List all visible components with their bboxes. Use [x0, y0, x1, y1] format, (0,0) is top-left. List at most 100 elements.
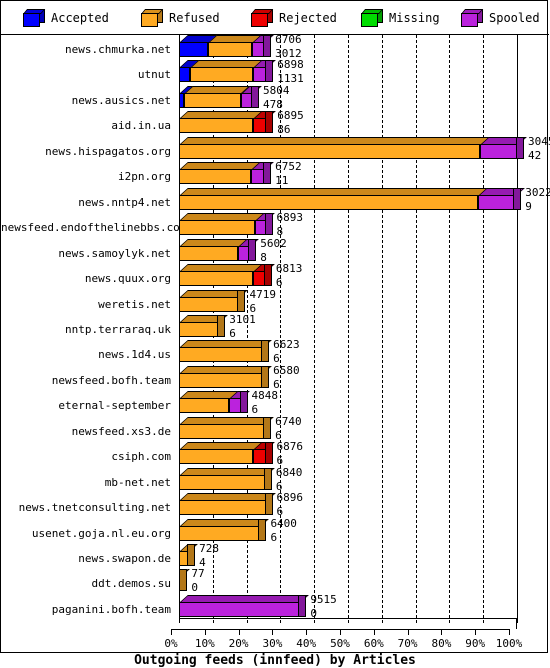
bar-segment-refused: [208, 42, 252, 57]
bar-side-face: [513, 187, 522, 210]
y-axis-label: mb-net.net: [104, 475, 171, 489]
bar-segment-refused: [179, 169, 252, 185]
y-axis-label: newsfeed.bofh.team: [51, 373, 171, 387]
cube-icon: [461, 9, 484, 27]
bar-value-bottom: 6: [275, 276, 283, 290]
bar-mb-net.net: [179, 467, 275, 490]
bar-news.swapon.de: [179, 544, 199, 566]
bar-segment-refused: [179, 296, 239, 312]
bar-side-face: [516, 136, 524, 159]
bar-value-top: 728: [199, 542, 219, 555]
bar-segment-refused: [179, 271, 253, 287]
x-axis-back-line: [179, 618, 518, 620]
y-axis-label: newsfeed.xs3.de: [71, 424, 171, 438]
legend-item-accepted: Accepted: [23, 6, 109, 30]
bar-news.ausics.net: [179, 85, 262, 108]
y-axis-label: news.1d4.us: [98, 348, 171, 362]
cube-icon: [23, 9, 46, 27]
bar-segment-refused: [179, 398, 230, 414]
bar-value-bottom: 42: [528, 148, 542, 162]
bar-value-top: 6840: [275, 465, 303, 479]
bar-segment-refused: [179, 143, 480, 159]
bar-segment-refused: [184, 92, 241, 108]
x-axis-tick: [407, 630, 409, 636]
bar-nntp.terraraq.uk: [179, 314, 229, 337]
bar-value-top: 6893: [276, 211, 304, 225]
x-gridline: [517, 35, 518, 624]
y-axis-label: news.hispagatos.org: [45, 144, 171, 158]
bar-newsfeed.bofh.team: [179, 365, 273, 388]
bar-value-top: 6898: [277, 58, 304, 72]
bar-value-bottom: 86: [277, 123, 291, 137]
bar-i2pn.org: [179, 162, 275, 185]
y-axis-label: news.samoylyk.net: [58, 246, 171, 260]
bar-value-top: 6400: [270, 516, 297, 530]
x-gridline: [381, 35, 383, 624]
x-axis-tick: [204, 630, 206, 636]
bar-value-bottom: 8: [260, 250, 267, 264]
y-axis-label: eternal-september: [58, 399, 171, 413]
bar-side-face: [264, 442, 273, 465]
bar-segment-refused: [179, 220, 256, 236]
bar-segment-refused: [179, 321, 219, 337]
cube-icon: [251, 9, 274, 27]
bar-segment-refused: [179, 423, 265, 439]
bar-side-face: [264, 493, 273, 516]
bar-side-face: [263, 416, 272, 439]
x-gridline: [314, 35, 316, 624]
y-axis-label: news.ausics.net: [71, 93, 171, 107]
bar-news.quux.org: [179, 264, 275, 287]
y-axis-label: news.tnetconsulting.net: [18, 501, 171, 515]
bar-side-face: [261, 340, 270, 363]
bar-segment-refused: [179, 194, 478, 210]
bar-value-top: 30223: [525, 185, 550, 199]
legend-item-missing: Missing: [361, 6, 440, 30]
bar-utnut: [179, 60, 277, 83]
bar-value-bottom: 0: [191, 581, 198, 595]
y-axis-label: news.quux.org: [84, 272, 171, 286]
bar-value-top: 3101: [229, 312, 256, 326]
bar-side-face: [261, 365, 270, 388]
bar-side-face: [239, 391, 248, 414]
bar-value-top: 4719: [249, 287, 276, 301]
bar-segment-spooled: [479, 143, 517, 159]
bar-paganini.bofh.team: [179, 594, 310, 617]
bar-segment-spooled: [477, 194, 515, 210]
bar-segment-refused: [190, 67, 254, 83]
chart-title: Outgoing feeds (innfeed) by Articles: [134, 653, 416, 668]
y-axis-label: newsfeed.endofthelinebbs.com: [1, 221, 187, 235]
bar-side-face: [179, 569, 188, 592]
legend-item-refused: Refused: [141, 6, 220, 30]
legend-item-spooled: Spooled: [461, 6, 540, 30]
bar-side-face: [265, 111, 274, 134]
bar-value-top: 4848: [251, 389, 279, 403]
bar-news.chmurka.net: [179, 35, 275, 57]
y-axis-line: [179, 35, 180, 619]
bar-side-face: [263, 35, 272, 57]
bar-side-face: [264, 213, 273, 236]
chart-plot-area: news.chmurka.net 6706 3012 utnut 6898 1131 new…: [1, 33, 550, 654]
bar-newsfeed.endofthelinebbs.com: [179, 213, 276, 236]
x-axis-tick: [171, 630, 172, 636]
legend-item-label: Rejected: [279, 11, 337, 25]
bar-newsfeed.xs3.de: [179, 416, 275, 439]
y-axis-label: news.nntp4.net: [78, 195, 171, 209]
bar-segment-refused: [179, 474, 265, 490]
y-axis-label: nntp.terraraq.uk: [65, 322, 171, 336]
x-gridline: [348, 35, 349, 624]
x-gridline: [449, 35, 451, 624]
x-axis-tick: [340, 630, 341, 636]
bar-value-bottom: 6: [251, 403, 259, 417]
legend-item-label: Refused: [169, 11, 220, 25]
bar-segment-refused: [179, 500, 266, 516]
bar-value-top: 6813: [275, 262, 303, 276]
legend-item-label: Spooled: [489, 11, 540, 25]
x-axis-tick: [441, 630, 443, 636]
bar-value-top: 6896: [276, 491, 304, 505]
bar-value-top: 77: [191, 567, 205, 581]
bar-segment-refused: [179, 118, 254, 134]
bar-segment-refused: [179, 449, 254, 465]
bar-eternal-september: [179, 391, 251, 414]
bar-value-top: 9515: [310, 592, 337, 606]
y-axis-label: csiph.com: [111, 450, 171, 464]
